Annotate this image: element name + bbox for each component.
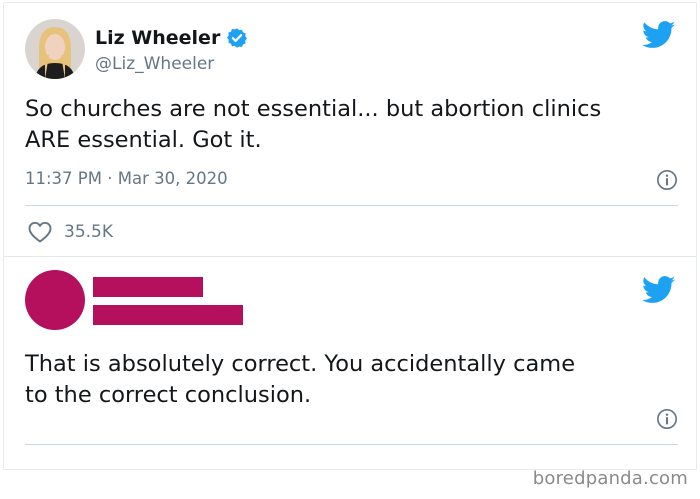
like-count: 35.5K	[64, 222, 113, 242]
tweet-card-1: Liz Wheeler @Liz_Wheeler So churches are…	[3, 2, 697, 258]
redacted-author-handle	[93, 305, 243, 325]
info-icon[interactable]	[656, 169, 678, 191]
author-name-row: Liz Wheeler	[95, 27, 248, 49]
tweet-text: That is absolutely correct. You accident…	[25, 351, 576, 408]
twitter-bird-icon[interactable]	[642, 276, 676, 304]
divider	[25, 205, 678, 206]
heart-icon[interactable]	[28, 221, 52, 243]
author-handle[interactable]: @Liz_Wheeler	[95, 54, 214, 74]
redacted-author-name	[93, 277, 203, 297]
profile-photo	[25, 19, 85, 79]
like-action[interactable]: 35.5K	[28, 221, 113, 243]
tweet-timestamp[interactable]: 11:37 PM · Mar 30, 2020	[25, 169, 228, 188]
tweet-card-2: That is absolutely correct. You accident…	[3, 256, 697, 470]
tweet-text: So churches are not essential... but abo…	[25, 96, 602, 153]
info-icon[interactable]	[656, 408, 678, 430]
author-name[interactable]: Liz Wheeler	[95, 27, 220, 49]
redacted-avatar	[25, 270, 85, 330]
divider	[25, 444, 678, 445]
twitter-bird-icon[interactable]	[642, 21, 676, 49]
verified-badge-icon	[227, 28, 248, 48]
watermark: boredpanda.com	[532, 468, 688, 489]
avatar[interactable]	[25, 19, 85, 79]
